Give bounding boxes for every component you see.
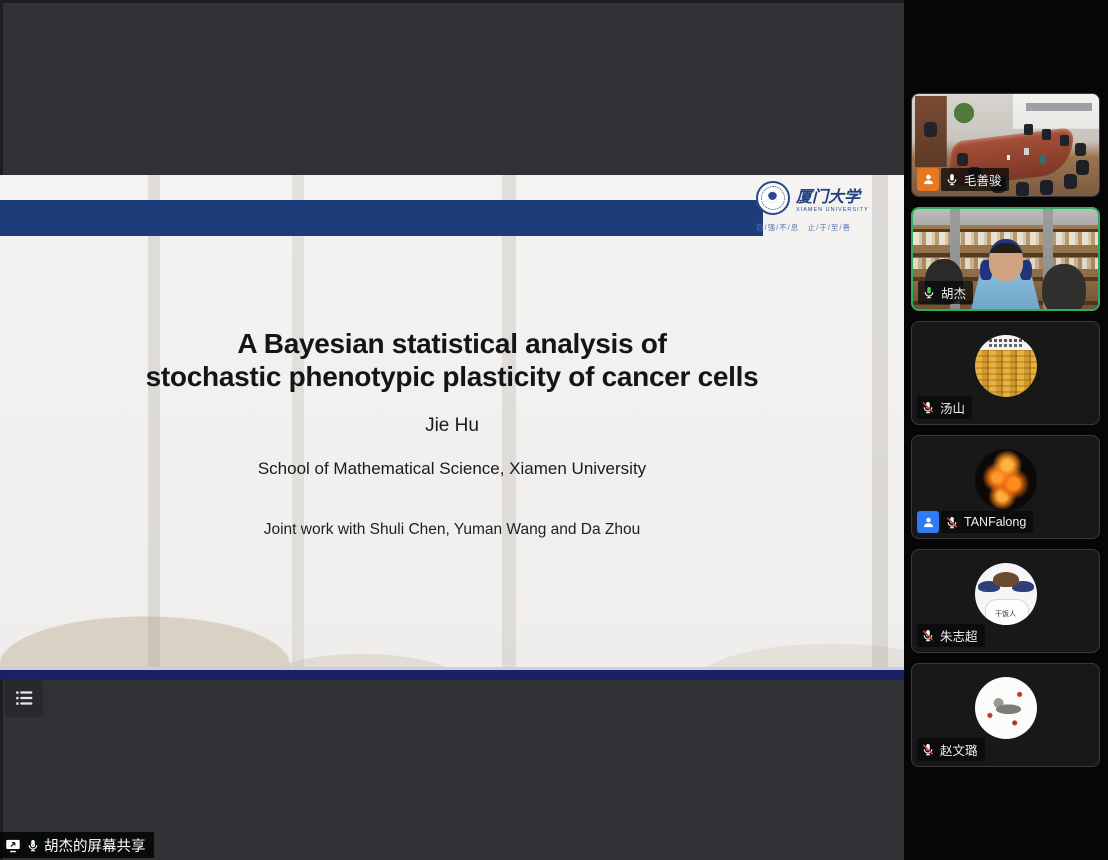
- participant-tile-2[interactable]: 胡杰: [911, 207, 1100, 311]
- mic-speaking-icon: [922, 284, 936, 301]
- person-back-avatar: 干饭人: [975, 563, 1037, 625]
- presentation-slide: 厦门大学 XIAMEN UNIVERSITY 自/强/不/息 止/于/至/善 A…: [0, 175, 904, 680]
- name-badge: 赵文璐: [917, 738, 985, 761]
- university-name-en: XIAMEN UNIVERSITY: [796, 207, 869, 213]
- participant-tile-6[interactable]: 赵文璐: [911, 663, 1100, 767]
- participant-tile-3[interactable]: 汤山: [911, 321, 1100, 425]
- participant-tile-5[interactable]: 干饭人 朱志超: [911, 549, 1100, 653]
- mic-active-icon: [26, 837, 40, 854]
- role-badge: [917, 168, 939, 191]
- participant-badge-row: 毛善骏: [917, 168, 1009, 191]
- participant-tile-1[interactable]: 毛善骏: [911, 93, 1100, 197]
- list-icon: [13, 687, 35, 709]
- participant-badge-row: 朱志超: [917, 624, 985, 647]
- slide-title-line2: stochastic phenotypic plasticity of canc…: [0, 360, 904, 393]
- bird-avatar: [975, 677, 1037, 739]
- participant-badge-row: 胡杰: [918, 281, 973, 304]
- dragon-avatar: [975, 449, 1037, 511]
- role-badge: [917, 511, 939, 533]
- participant-name: 汤山: [940, 398, 965, 417]
- screen-share-icon: [4, 837, 22, 854]
- mic-muted-icon: [921, 741, 935, 758]
- participant-name: 毛善骏: [964, 170, 1002, 189]
- slide-affiliation: School of Mathematical Science, Xiamen U…: [0, 459, 904, 479]
- participant-sidebar: 毛善骏 胡杰: [904, 0, 1108, 860]
- name-badge: TANFalong: [941, 511, 1033, 533]
- slide-joint-work: Joint work with Shuli Chen, Yuman Wang a…: [0, 521, 904, 539]
- participant-badge-row: TANFalong: [917, 511, 1033, 533]
- participant-badge-row: 汤山: [917, 396, 972, 419]
- person-icon: [922, 173, 935, 186]
- mic-muted-icon: [945, 514, 959, 531]
- participant-badge-row: 赵文璐: [917, 738, 985, 761]
- name-badge: 胡杰: [918, 281, 973, 304]
- avatar-shirt-text: 干饭人: [975, 609, 1037, 619]
- person-icon: [922, 516, 935, 529]
- participant-name: 胡杰: [941, 283, 966, 302]
- name-badge: 毛善骏: [941, 168, 1009, 191]
- slide-bottom-bar: [0, 670, 904, 680]
- slide-title-line1: A Bayesian statistical analysis of: [0, 327, 904, 360]
- participant-name: TANFalong: [964, 515, 1026, 529]
- slide-list-button[interactable]: [5, 679, 43, 717]
- xiamen-university-logo: 厦门大学 XIAMEN UNIVERSITY 自/强/不/息 止/于/至/善: [756, 181, 884, 233]
- slide-author: Jie Hu: [0, 415, 904, 437]
- screen-share-indicator: 胡杰的屏幕共享: [0, 832, 154, 858]
- university-name-cn: 厦门大学: [796, 183, 869, 207]
- pasta-avatar: [975, 335, 1037, 397]
- participant-name: 朱志超: [940, 626, 978, 645]
- name-badge: 汤山: [917, 396, 972, 419]
- slide-title: A Bayesian statistical analysis of stoch…: [0, 327, 904, 393]
- name-badge: 朱志超: [917, 624, 985, 647]
- participant-name: 赵文璐: [940, 740, 978, 759]
- mic-muted-icon: [921, 627, 935, 644]
- university-seal-icon: [756, 181, 790, 215]
- mic-muted-icon: [921, 399, 935, 416]
- participant-tile-4[interactable]: TANFalong: [911, 435, 1100, 539]
- screen-share-label: 胡杰的屏幕共享: [44, 835, 146, 856]
- slide-accent-bar: [0, 200, 763, 236]
- mic-icon: [945, 171, 959, 188]
- university-motto: 自/强/不/息 止/于/至/善: [756, 222, 884, 233]
- screen-share-region: 厦门大学 XIAMEN UNIVERSITY 自/强/不/息 止/于/至/善 A…: [0, 0, 904, 860]
